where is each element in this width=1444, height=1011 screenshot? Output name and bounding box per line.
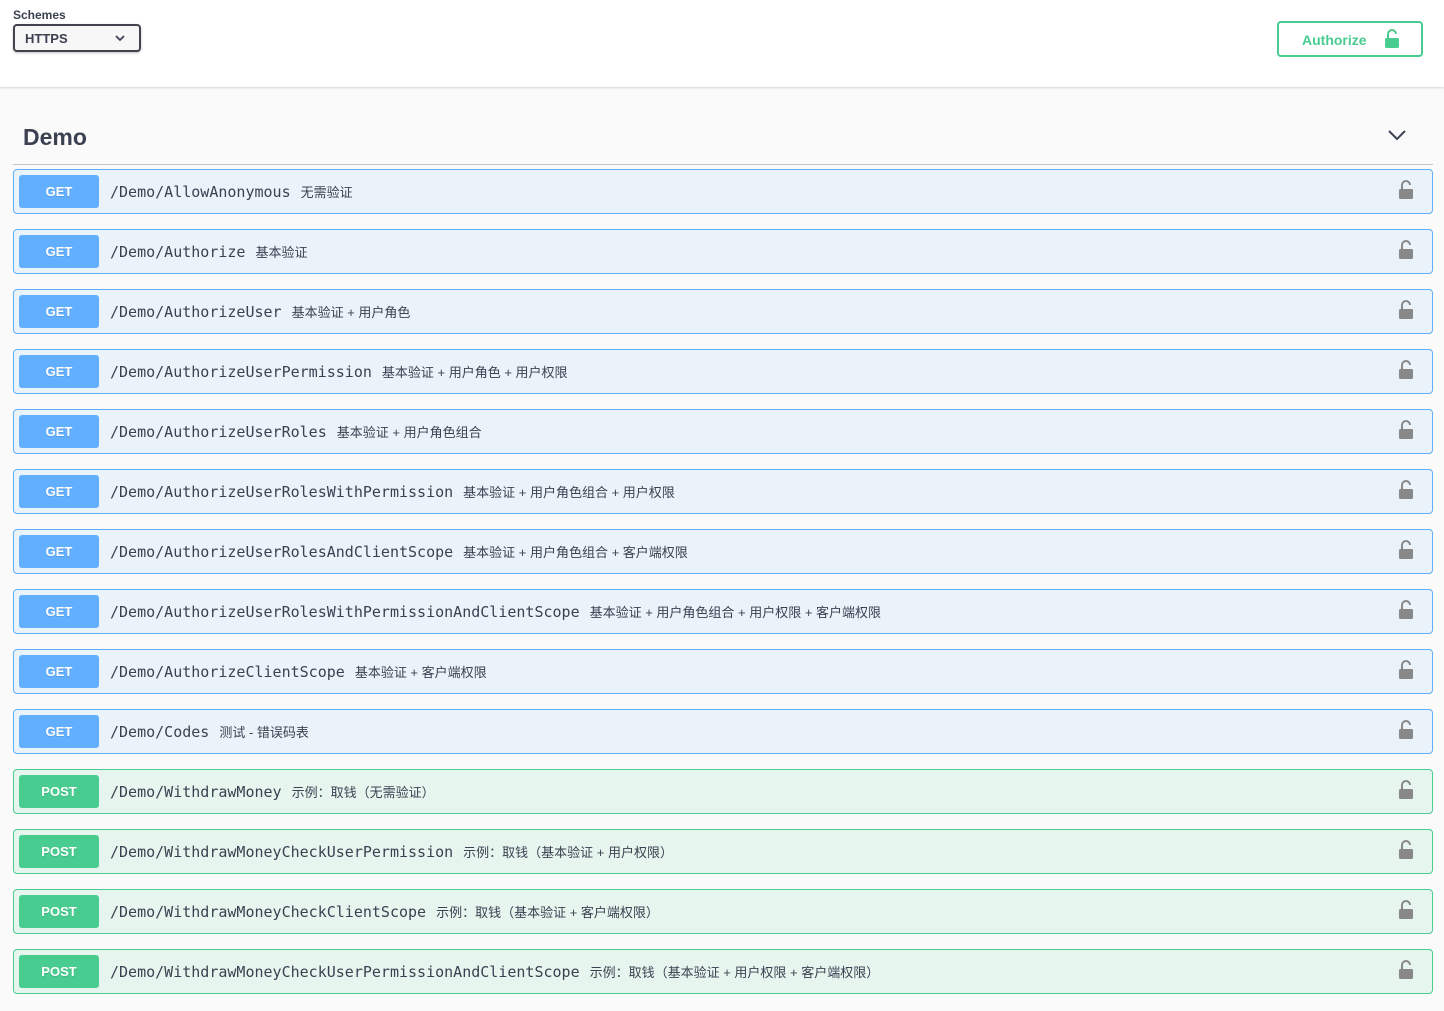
schemes-label: Schemes xyxy=(13,8,66,22)
operation-get-row[interactable]: GET/Demo/AuthorizeUserRolesWithPermissio… xyxy=(13,469,1433,514)
method-badge: POST xyxy=(19,955,99,988)
authorize-label: Authorize xyxy=(1302,32,1367,48)
operation-summary: 示例：取钱（基本验证 + 用户权限） xyxy=(463,845,673,860)
operation-path: /Demo/WithdrawMoney xyxy=(110,783,282,801)
method-badge: GET xyxy=(19,355,99,388)
operation-summary: 示例：取钱（基本验证 + 客户端权限） xyxy=(436,905,659,920)
operation-path-container: /Demo/WithdrawMoneyCheckUserPermission 示例… xyxy=(110,842,673,861)
operation-path-container: /Demo/AuthorizeUserRolesWithPermissionAn… xyxy=(110,602,881,621)
method-badge: POST xyxy=(19,895,99,928)
unlocked-icon[interactable] xyxy=(1398,480,1414,505)
unlocked-icon[interactable] xyxy=(1398,240,1414,265)
operation-path: /Demo/AuthorizeUser xyxy=(110,303,282,321)
operation-path-container: /Demo/AuthorizeUserRolesAndClientScope 基本… xyxy=(110,542,688,561)
method-badge: GET xyxy=(19,655,99,688)
method-badge: GET xyxy=(19,295,99,328)
operation-path: /Demo/AuthorizeUserRolesWithPermissionAn… xyxy=(110,603,580,621)
operation-get-row[interactable]: GET/Demo/AuthorizeClientScope 基本验证 + 客户端权… xyxy=(13,649,1433,694)
tag-section-header[interactable]: Demo xyxy=(13,112,1433,165)
unlocked-icon[interactable] xyxy=(1398,720,1414,745)
operation-path-container: /Demo/WithdrawMoney 示例：取钱（无需验证） xyxy=(110,782,435,801)
operation-summary: 基本验证 + 用户角色 xyxy=(291,305,411,320)
operation-get-row[interactable]: GET/Demo/AuthorizeUser 基本验证 + 用户角色 xyxy=(13,289,1433,334)
operation-summary: 无需验证 xyxy=(300,185,353,200)
operation-path-container: /Demo/AllowAnonymous 无需验证 xyxy=(110,182,353,201)
operation-summary: 测试 - 错误码表 xyxy=(219,725,309,740)
operation-path-container: /Demo/AuthorizeUser 基本验证 + 用户角色 xyxy=(110,302,410,321)
operation-get-row[interactable]: GET/Demo/AuthorizeUserRoles 基本验证 + 用户角色组合 xyxy=(13,409,1433,454)
operation-get-row[interactable]: GET/Demo/Authorize 基本验证 xyxy=(13,229,1433,274)
operation-summary: 示例：取钱（无需验证） xyxy=(291,785,435,800)
operation-path: /Demo/Codes xyxy=(110,723,210,741)
operation-summary: 基本验证 + 用户角色 + 用户权限 xyxy=(381,365,568,380)
operation-path-container: /Demo/WithdrawMoneyCheckUserPermissionAn… xyxy=(110,962,879,981)
operation-get-row[interactable]: GET/Demo/AuthorizeUserPermission 基本验证 + 用… xyxy=(13,349,1433,394)
operation-post-row[interactable]: POST/Demo/WithdrawMoneyCheckUserPermissi… xyxy=(13,829,1433,874)
unlocked-icon[interactable] xyxy=(1398,600,1414,625)
operation-path: /Demo/AuthorizeClientScope xyxy=(110,663,345,681)
operation-path: /Demo/AuthorizeUserRolesAndClientScope xyxy=(110,543,454,561)
method-badge: POST xyxy=(19,835,99,868)
operation-summary: 基本验证 + 用户角色组合 + 用户权限 + 客户端权限 xyxy=(589,605,882,620)
operation-path: /Demo/AuthorizeUserPermission xyxy=(110,363,372,381)
method-badge: GET xyxy=(19,715,99,748)
tag-title: Demo xyxy=(23,124,87,150)
unlocked-icon[interactable] xyxy=(1398,180,1414,205)
method-badge: GET xyxy=(19,235,99,268)
method-badge: GET xyxy=(19,475,99,508)
operation-summary: 基本验证 + 用户角色组合 xyxy=(336,425,482,440)
method-badge: GET xyxy=(19,535,99,568)
operation-path-container: /Demo/AuthorizeUserRoles 基本验证 + 用户角色组合 xyxy=(110,422,482,441)
operation-path: /Demo/AllowAnonymous xyxy=(110,183,291,201)
authorize-button[interactable]: Authorize xyxy=(1277,21,1423,57)
unlocked-icon[interactable] xyxy=(1398,840,1414,865)
unlocked-icon[interactable] xyxy=(1398,960,1414,985)
operation-get-row[interactable]: GET/Demo/AuthorizeUserRolesAndClientScop… xyxy=(13,529,1433,574)
operation-get-row[interactable]: GET/Demo/AuthorizeUserRolesWithPermissio… xyxy=(13,589,1433,634)
unlocked-icon[interactable] xyxy=(1398,360,1414,385)
method-badge: GET xyxy=(19,595,99,628)
operation-path: /Demo/WithdrawMoneyCheckUserPermissionAn… xyxy=(110,963,580,981)
operation-summary: 示例：取钱（基本验证 + 用户权限 + 客户端权限） xyxy=(589,965,880,980)
method-badge: GET xyxy=(19,175,99,208)
operation-path-container: /Demo/AuthorizeUserPermission 基本验证 + 用户角色… xyxy=(110,362,568,381)
unlocked-icon[interactable] xyxy=(1398,780,1414,805)
operation-path: /Demo/WithdrawMoneyCheckClientScope xyxy=(110,903,427,921)
operation-path: /Demo/AuthorizeUserRoles xyxy=(110,423,327,441)
operation-path-container: /Demo/AuthorizeClientScope 基本验证 + 客户端权限 xyxy=(110,662,487,681)
unlocked-icon[interactable] xyxy=(1398,900,1414,925)
method-badge: POST xyxy=(19,775,99,808)
operation-path: /Demo/WithdrawMoneyCheckUserPermission xyxy=(110,843,454,861)
unlocked-icon[interactable] xyxy=(1398,420,1414,445)
operation-path-container: /Demo/Codes 测试 - 错误码表 xyxy=(110,722,309,741)
unlocked-icon[interactable] xyxy=(1398,540,1414,565)
method-badge: GET xyxy=(19,415,99,448)
operation-summary: 基本验证 + 客户端权限 xyxy=(354,665,487,680)
operation-summary: 基本验证 xyxy=(255,245,308,260)
unlocked-icon[interactable] xyxy=(1398,300,1414,325)
operation-get-row[interactable]: GET/Demo/AllowAnonymous 无需验证 xyxy=(13,169,1433,214)
unlocked-icon[interactable] xyxy=(1398,660,1414,685)
unlocked-icon xyxy=(1385,29,1399,48)
operation-get-row[interactable]: GET/Demo/Codes 测试 - 错误码表 xyxy=(13,709,1433,754)
schemes-selected-value: HTTPS xyxy=(25,30,68,46)
operation-path: /Demo/AuthorizeUserRolesWithPermission xyxy=(110,483,454,501)
top-bar: Schemes HTTPS Authorize xyxy=(0,0,1444,87)
operation-path-container: /Demo/WithdrawMoneyCheckClientScope 示例：取钱… xyxy=(110,902,659,921)
chevron-down-icon xyxy=(115,35,125,42)
operation-summary: 基本验证 + 用户角色组合 + 客户端权限 xyxy=(463,545,688,560)
operation-post-row[interactable]: POST/Demo/WithdrawMoney 示例：取钱（无需验证） xyxy=(13,769,1433,814)
operation-path-container: /Demo/AuthorizeUserRolesWithPermission 基本… xyxy=(110,482,675,501)
chevron-down-icon[interactable] xyxy=(1387,128,1407,142)
operation-summary: 基本验证 + 用户角色组合 + 用户权限 xyxy=(463,485,675,500)
operation-path-container: /Demo/Authorize 基本验证 xyxy=(110,242,307,261)
operation-path: /Demo/Authorize xyxy=(110,243,246,261)
schemes-select[interactable]: HTTPS xyxy=(13,24,141,52)
operation-post-row[interactable]: POST/Demo/WithdrawMoneyCheckUserPermissi… xyxy=(13,949,1433,994)
operation-post-row[interactable]: POST/Demo/WithdrawMoneyCheckClientScope 示… xyxy=(13,889,1433,934)
